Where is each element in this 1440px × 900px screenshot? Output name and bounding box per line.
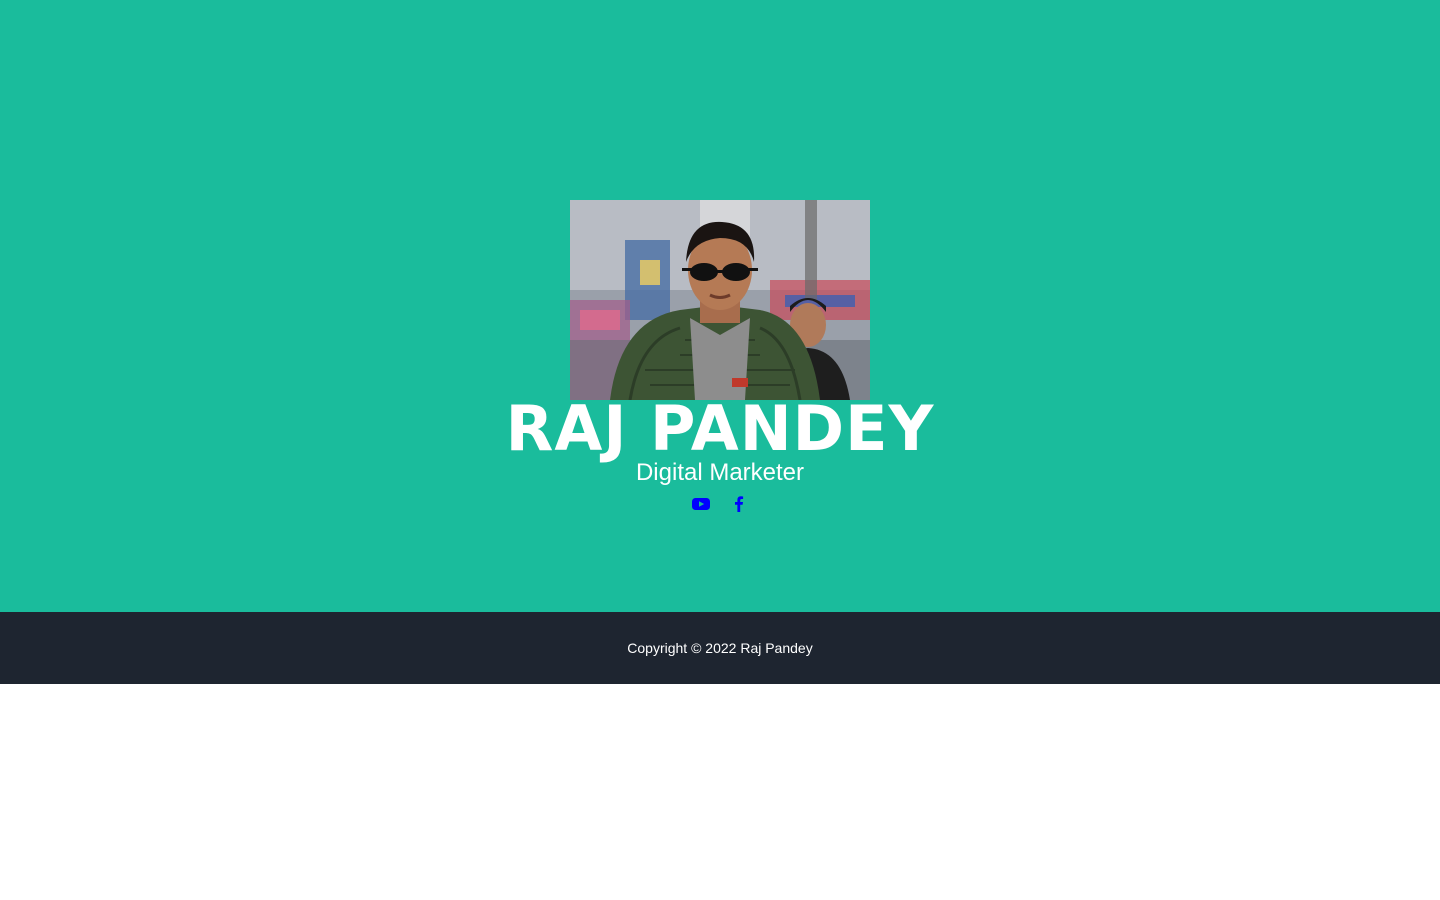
youtube-icon[interactable] [691,494,711,514]
copyright-text: Copyright © 2022 Raj Pandey [627,640,813,656]
hero-section: RAJ PANDEY Digital Marketer [0,0,1440,612]
profile-title: Digital Marketer [635,459,805,486]
profile-name: RAJ PANDEY [505,392,935,465]
social-links [0,494,1440,514]
facebook-icon[interactable] [729,494,749,514]
profile-photo [570,200,870,400]
